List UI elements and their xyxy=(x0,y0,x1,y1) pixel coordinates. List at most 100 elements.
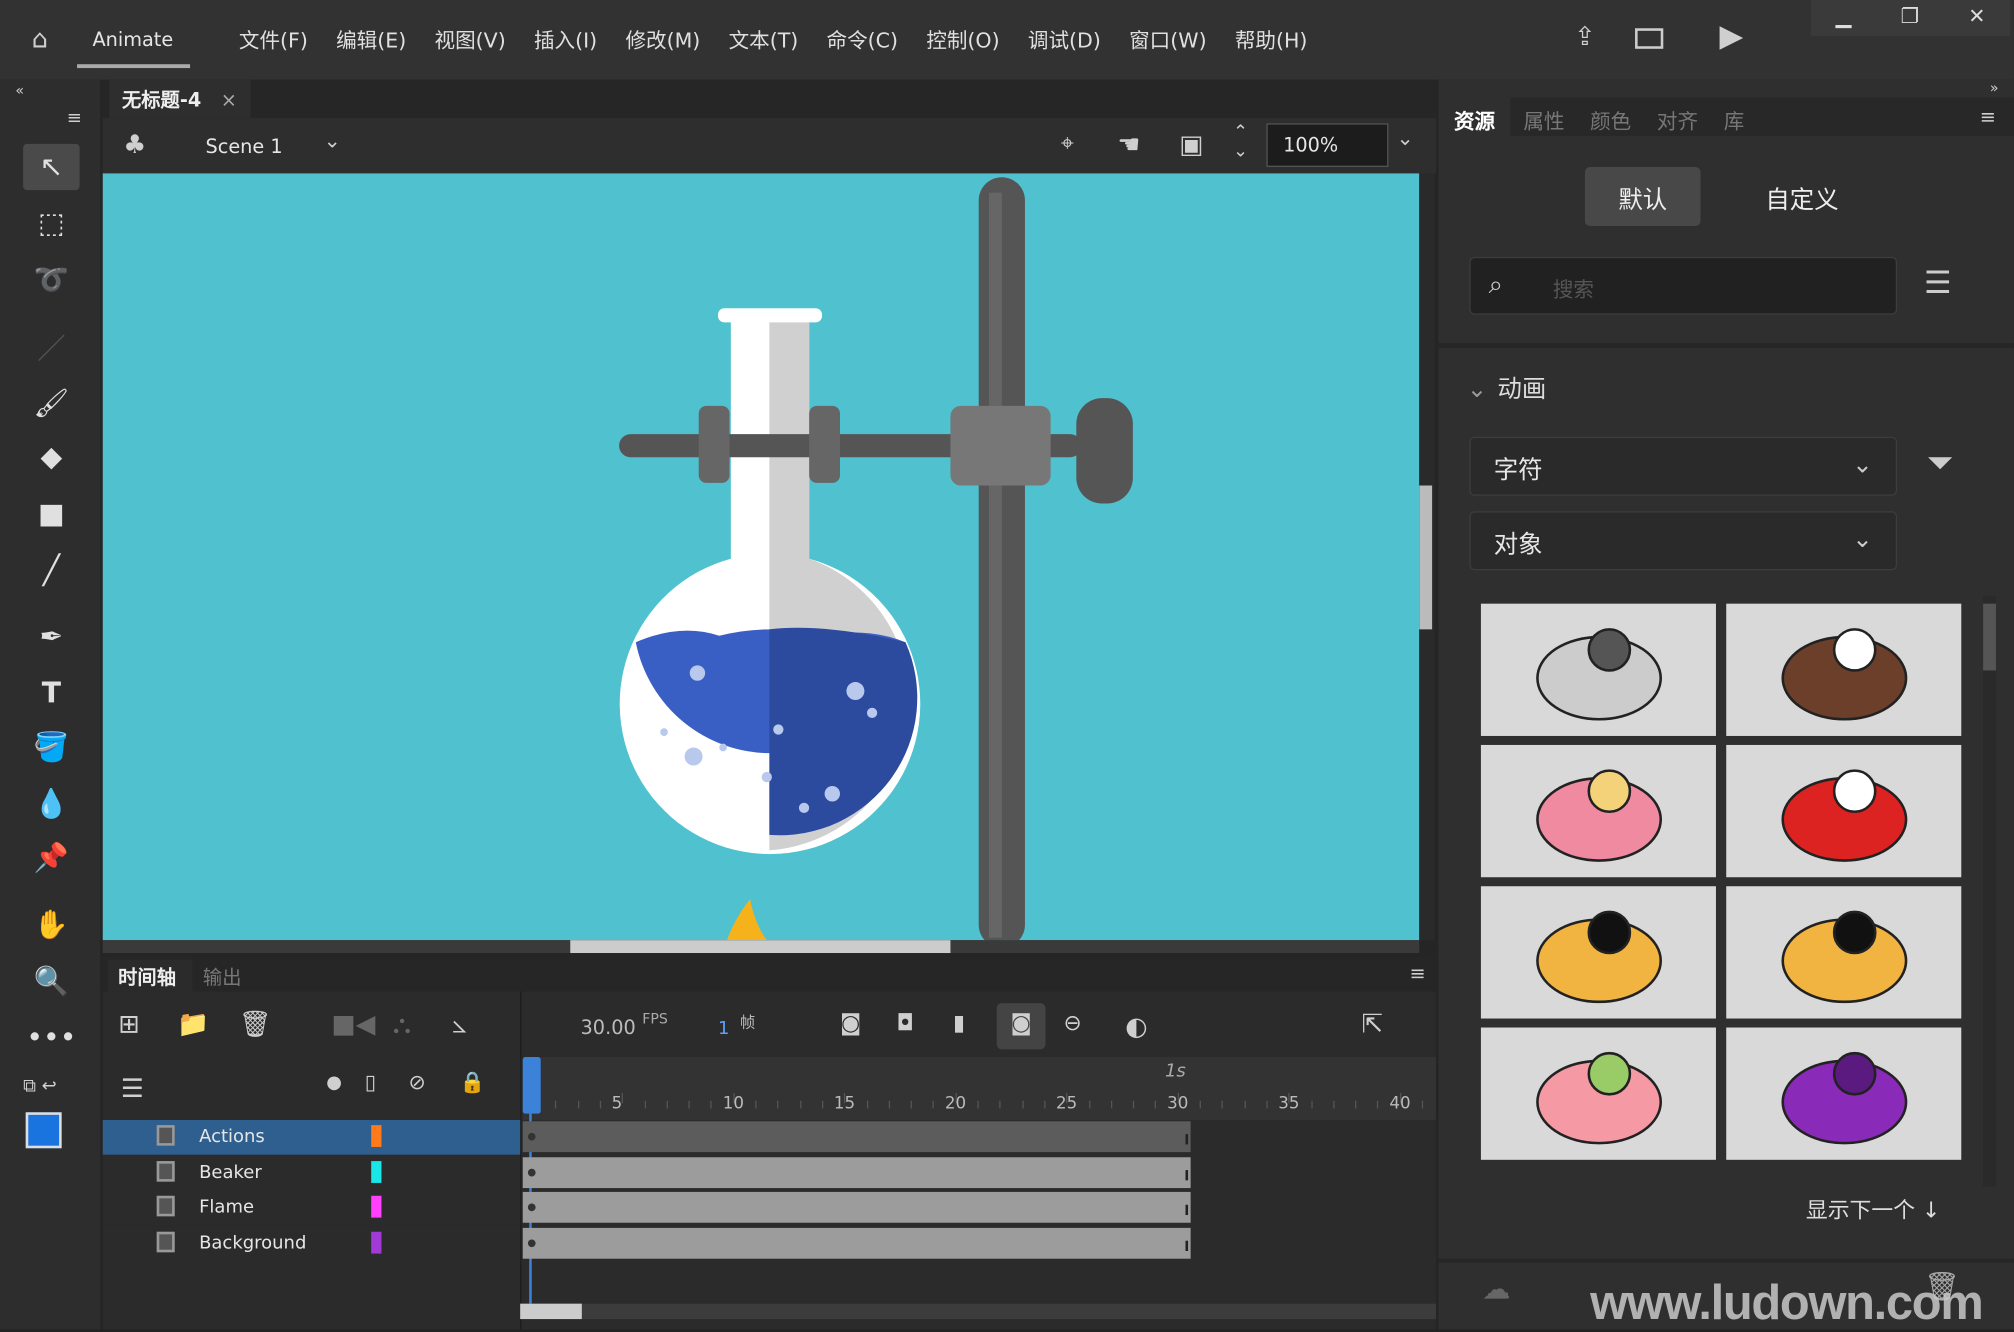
layer-row-background[interactable]: Background xyxy=(102,1226,521,1262)
menu-insert[interactable]: 插入(I) xyxy=(534,23,597,54)
eraser-tool-icon[interactable]: ◆ xyxy=(23,434,80,480)
tab-align[interactable]: 对齐 xyxy=(1644,98,1711,137)
tab-assets[interactable]: 资源 xyxy=(1438,97,1511,137)
home-icon[interactable]: ⌂ xyxy=(21,23,60,54)
lasso-tool-icon[interactable]: ➰ xyxy=(23,257,80,303)
menu-window[interactable]: 窗口(W) xyxy=(1129,23,1206,54)
visibility-icon[interactable]: ⊘ xyxy=(408,1070,425,1094)
onion-skin-icon[interactable]: ◐ xyxy=(1125,1011,1147,1042)
frame-ruler[interactable]: 1s 5 10 15 20 25 30 35 40 xyxy=(522,1057,1436,1120)
panel-layout-icon[interactable] xyxy=(1635,28,1664,49)
expand-icon[interactable]: » xyxy=(1990,80,1999,97)
asset-thumbnail-mummy[interactable] xyxy=(1480,603,1716,736)
tab-color[interactable]: 颜色 xyxy=(1577,98,1644,137)
collapse-icon[interactable]: « xyxy=(15,82,24,99)
assets-scrollbar[interactable] xyxy=(1983,595,1996,1187)
current-frame[interactable]: 1 xyxy=(718,1019,729,1040)
center-stage-icon[interactable]: ⌖ xyxy=(1061,130,1074,157)
export-icon[interactable]: ⇱ xyxy=(1361,1008,1383,1039)
frame-span[interactable] xyxy=(522,1227,1191,1259)
frame-span[interactable] xyxy=(522,1192,1191,1223)
list-view-icon[interactable]: ☰ xyxy=(1924,265,1952,301)
insert-blank-keyframe-icon[interactable]: ◘ xyxy=(897,1011,914,1037)
timeline-menu-icon[interactable]: ≡ xyxy=(1410,962,1426,985)
frame-span[interactable] xyxy=(522,1121,1191,1153)
keyframe[interactable] xyxy=(527,1132,536,1141)
maximize-icon[interactable]: ❐ xyxy=(1901,4,1919,36)
text-tool-icon[interactable]: T xyxy=(23,670,80,716)
asset-thumbnail-santa[interactable] xyxy=(1726,744,1962,878)
zoom-input[interactable]: 100% xyxy=(1266,123,1389,167)
layer-color-swatch[interactable] xyxy=(371,1196,382,1218)
tab-output[interactable]: 输出 xyxy=(203,963,242,990)
tools-menu-icon[interactable]: ≡ xyxy=(67,108,82,129)
asset-thumbnail-snail[interactable] xyxy=(1480,744,1716,878)
edit-symbol-icon[interactable]: ♣ xyxy=(123,128,146,159)
keyframe[interactable] xyxy=(527,1203,536,1212)
outline-icon[interactable]: ▯ xyxy=(365,1070,376,1094)
segment-custom[interactable]: 自定义 xyxy=(1731,181,1872,216)
menu-debug[interactable]: 调试(D) xyxy=(1028,23,1101,54)
delete-layer-icon[interactable]: 🗑 xyxy=(239,1008,272,1039)
menu-help[interactable]: 帮助(H) xyxy=(1235,23,1308,54)
line-tool-icon[interactable]: ╱ xyxy=(23,547,80,593)
tab-properties[interactable]: 属性 xyxy=(1510,98,1577,137)
highlight-dot-icon[interactable]: ● xyxy=(326,1072,342,1093)
dropdown-object[interactable]: 对象 ⌄ xyxy=(1469,511,1898,571)
graph-icon[interactable]: ⦣ xyxy=(452,1008,467,1039)
layer-color-swatch[interactable] xyxy=(371,1231,382,1254)
free-transform-tool-icon[interactable]: ⬚ xyxy=(23,200,80,246)
zoom-tool-icon[interactable]: 🔍 xyxy=(23,958,80,1004)
new-layer-icon[interactable]: ⊞ xyxy=(118,1008,140,1039)
menu-commands[interactable]: 命令(C) xyxy=(827,23,899,54)
menu-edit[interactable]: 编辑(E) xyxy=(336,23,406,54)
lock-icon[interactable]: 🔒 xyxy=(460,1070,486,1094)
scene-dropdown-icon[interactable]: ⌄ xyxy=(324,128,341,152)
menu-file[interactable]: 文件(F) xyxy=(239,23,308,54)
auto-keyframe-icon[interactable]: ◙ xyxy=(996,1003,1046,1050)
section-animation[interactable]: ⌄ 动画 xyxy=(1467,370,1547,405)
remove-frame-icon[interactable]: ⊖ xyxy=(1063,1011,1081,1037)
layer-color-swatch[interactable] xyxy=(371,1160,382,1183)
new-folder-icon[interactable]: 📁 xyxy=(177,1008,209,1039)
asset-thumbnail-pig-parachute[interactable] xyxy=(1480,1027,1716,1160)
paint-brush-tool-icon[interactable]: 🖌 xyxy=(23,380,80,426)
frame-span[interactable] xyxy=(522,1156,1191,1188)
layer-row-beaker[interactable]: Beaker xyxy=(102,1155,521,1191)
insert-keyframe-icon[interactable]: ◙ xyxy=(840,1011,861,1037)
close-tab-icon[interactable]: × xyxy=(221,89,237,112)
search-input[interactable]: ⌕ 搜索 xyxy=(1469,256,1898,315)
clip-content-icon[interactable]: ▣ xyxy=(1179,128,1203,159)
rotate-stage-icon[interactable]: ☚ xyxy=(1117,128,1140,159)
fps-value[interactable]: 30.00 xyxy=(581,1016,636,1039)
more-tools-icon[interactable]: ••• xyxy=(23,1015,80,1061)
zoom-dropdown-icon[interactable]: ⌄ xyxy=(1390,126,1421,150)
document-tab[interactable]: 无标题-4 × xyxy=(109,79,251,119)
menu-control[interactable]: 控制(O) xyxy=(926,23,999,54)
timeline-scrollbar[interactable] xyxy=(520,1303,1436,1320)
share-icon[interactable]: ⇪ xyxy=(1567,21,1603,52)
cloud-upload-icon[interactable]: ☁ xyxy=(1482,1274,1510,1306)
paint-bucket-tool-icon[interactable]: 🪣 xyxy=(23,724,80,770)
stage-vertical-scrollbar[interactable] xyxy=(1419,173,1435,941)
test-movie-play-icon[interactable]: ▶ xyxy=(1713,18,1749,54)
selection-tool-icon[interactable]: ↖ xyxy=(23,143,80,191)
keyframe[interactable] xyxy=(527,1168,536,1176)
show-more-link[interactable]: 显示下一个 ↓ xyxy=(1806,1192,1940,1224)
tab-library[interactable]: 库 xyxy=(1711,98,1757,137)
stage-horizontal-scrollbar[interactable] xyxy=(102,940,1420,954)
keyframe[interactable] xyxy=(527,1239,536,1247)
tab-timeline[interactable]: 时间轴 xyxy=(107,959,193,992)
layer-color-swatch[interactable] xyxy=(371,1125,382,1147)
dropdown-character[interactable]: 字符 ⌄ xyxy=(1469,436,1898,496)
pin-tool-icon[interactable]: 📌 xyxy=(23,835,80,881)
menu-view[interactable]: 视图(V) xyxy=(435,23,506,54)
segment-default[interactable]: 默认 xyxy=(1584,166,1701,227)
workspace-name[interactable]: Animate xyxy=(92,28,173,51)
stroke-color-swatch[interactable] xyxy=(25,1112,62,1149)
panel-menu-icon[interactable]: ≡ xyxy=(1980,105,1996,128)
asset-thumbnail-dog-run[interactable] xyxy=(1480,886,1716,1019)
minimize-icon[interactable]: ▁ xyxy=(1836,4,1852,36)
rectangle-tool-icon[interactable]: ■ xyxy=(23,491,80,537)
layer-row-flame[interactable]: Flame xyxy=(102,1190,521,1226)
